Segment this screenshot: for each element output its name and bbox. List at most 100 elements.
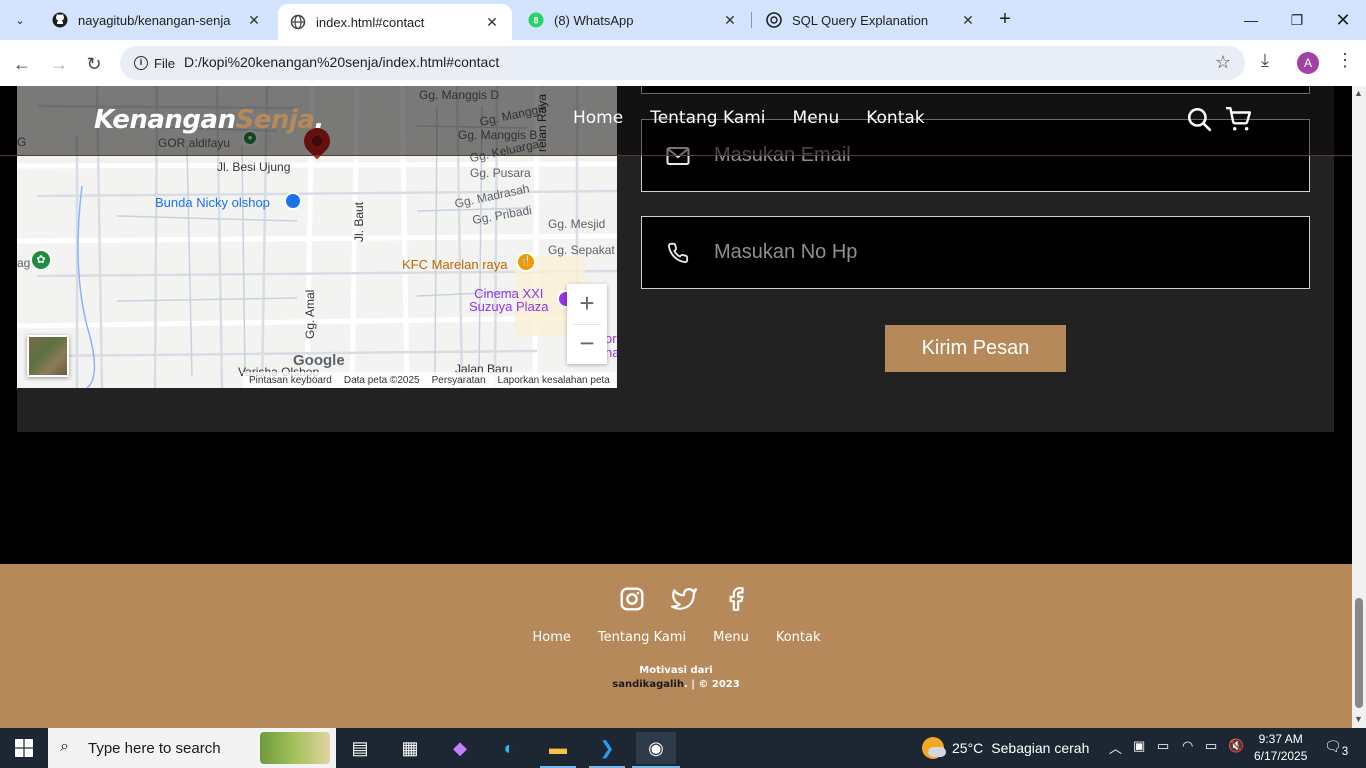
volume-muted-icon[interactable]: 🔇 bbox=[1228, 738, 1244, 754]
nav-contact-link[interactable]: Kontak bbox=[866, 108, 924, 128]
start-button[interactable] bbox=[0, 728, 48, 768]
satellite-layer-toggle[interactable] bbox=[27, 335, 69, 377]
nav-home-link[interactable]: Home bbox=[573, 108, 623, 128]
credit-line: Motivasi dari bbox=[639, 665, 713, 676]
shop-pin-icon[interactable] bbox=[284, 192, 302, 210]
widgets-app-icon[interactable]: ▦ bbox=[390, 732, 430, 764]
report-error-link[interactable]: Laporkan kesalahan peta bbox=[498, 375, 610, 386]
zoom-in-button[interactable]: + bbox=[567, 284, 607, 324]
footer-menu-link[interactable]: Menu bbox=[713, 630, 749, 645]
tab-sql-query[interactable]: SQL Query Explanation ✕ bbox=[754, 0, 988, 40]
profile-avatar[interactable]: A bbox=[1297, 52, 1319, 74]
vscode-icon[interactable]: ❯ bbox=[587, 732, 627, 764]
restore-button[interactable]: ❐ bbox=[1274, 0, 1320, 40]
wifi-icon[interactable]: ◠ bbox=[1182, 738, 1193, 754]
instagram-icon[interactable] bbox=[619, 586, 645, 612]
windows-taskbar: ⌕ Type here to search ▤ ▦ ◆ ◐ ▬ ❯ ◉ 25°C… bbox=[0, 728, 1366, 768]
health-pin-icon[interactable]: ✿ bbox=[30, 249, 52, 271]
nav-menu-link[interactable]: Menu bbox=[793, 108, 840, 128]
copyright-text: . | © 2023 bbox=[683, 679, 740, 690]
download-icon[interactable]: ⤓ bbox=[1261, 50, 1269, 71]
footer-contact-link[interactable]: Kontak bbox=[776, 630, 821, 645]
map-label-cinema: Cinema XXI Suzuya Plaza bbox=[469, 287, 549, 313]
nav-about-link[interactable]: Tentang Kami bbox=[650, 108, 765, 128]
site-navbar: KenanganSenja. Home Tentang Kami Menu Ko… bbox=[0, 86, 1352, 156]
tab-title: (8) WhatsApp bbox=[554, 12, 634, 28]
keyboard-shortcuts-link[interactable]: Pintasan keyboard bbox=[249, 375, 332, 386]
weather-widget[interactable]: 25°C Sebagian cerah bbox=[922, 728, 1089, 768]
forward-button[interactable]: → bbox=[45, 50, 73, 78]
chrome-icon[interactable]: ◉ bbox=[636, 732, 676, 764]
close-tab-icon[interactable]: ✕ bbox=[722, 12, 738, 29]
close-tab-icon[interactable]: ✕ bbox=[246, 12, 262, 29]
bookmark-star-icon[interactable]: ☆ bbox=[1215, 52, 1231, 73]
footer-about-link[interactable]: Tentang Kami bbox=[598, 630, 686, 645]
notification-center-icon[interactable]: 🗨3 bbox=[1324, 738, 1348, 758]
tab-index-contact[interactable]: index.html#contact ✕ bbox=[278, 4, 512, 40]
close-tab-icon[interactable]: ✕ bbox=[960, 12, 976, 29]
map-label-kfc: KFC Marelan raya bbox=[402, 257, 508, 272]
credit-line-2: sandikagalih. | © 2023 bbox=[0, 678, 1352, 692]
terms-link[interactable]: Persyaratan bbox=[432, 375, 486, 386]
logo-main: Kenangan bbox=[94, 105, 236, 135]
clock-date: 6/17/2025 bbox=[1254, 749, 1308, 763]
browser-tab-strip: ⌄ nayagitub/kenangan-senja ✕ index.html#… bbox=[0, 0, 1366, 40]
search-highlight-image bbox=[260, 732, 330, 764]
map-label-besi-ujung: Jl. Besi Ujung bbox=[217, 160, 291, 174]
author-link[interactable]: sandikagalih bbox=[612, 679, 684, 690]
battery-icon[interactable]: ▭ bbox=[1205, 738, 1217, 754]
facebook-icon[interactable] bbox=[723, 586, 749, 612]
reload-button[interactable]: ↻ bbox=[80, 50, 108, 78]
tab-github[interactable]: nayagitub/kenangan-senja ✕ bbox=[40, 0, 274, 40]
footer-home-link[interactable]: Home bbox=[533, 630, 571, 645]
edge-browser-icon[interactable]: ◐ bbox=[489, 732, 529, 764]
browser-toolbar: ← → ↻ i File D:/kopi%20kenangan%20senja/… bbox=[0, 40, 1366, 86]
logo-dot: . bbox=[314, 105, 324, 135]
minimize-button[interactable]: — bbox=[1228, 0, 1274, 40]
url-text[interactable]: D:/kopi%20kenangan%20senja/index.html#co… bbox=[184, 54, 499, 70]
phone-input[interactable] bbox=[714, 217, 1309, 288]
shopping-cart-icon[interactable] bbox=[1225, 106, 1251, 132]
whatsapp-icon: 8 bbox=[528, 12, 544, 28]
new-tab-button[interactable]: + bbox=[993, 8, 1017, 32]
site-info-chip[interactable]: i File bbox=[126, 50, 185, 76]
taskbar-search-box[interactable]: ⌕ Type here to search bbox=[48, 728, 336, 768]
scroll-up-arrow-icon[interactable]: ▲ bbox=[1354, 88, 1363, 98]
weather-icon bbox=[922, 737, 946, 759]
map-label-baut: Jl. Baut bbox=[352, 201, 366, 242]
file-explorer-icon[interactable]: ▬ bbox=[538, 732, 578, 764]
map-label-pusara: Gg. Pusara bbox=[470, 166, 531, 180]
browser-menu-icon[interactable]: ⋮ bbox=[1336, 50, 1354, 71]
restaurant-pin-icon[interactable]: 🍴 bbox=[516, 252, 536, 272]
display-icon[interactable]: ▭ bbox=[1157, 738, 1169, 754]
scroll-down-arrow-icon[interactable]: ▼ bbox=[1354, 714, 1363, 724]
back-button[interactable]: ← bbox=[8, 50, 36, 78]
taskbar-clock[interactable]: 9:37 AM 6/17/2025 bbox=[1254, 731, 1307, 765]
task-view-icon[interactable]: ▤ bbox=[340, 732, 380, 764]
map-label-amal: Gg. Amal bbox=[303, 289, 317, 339]
search-icon: ⌕ bbox=[60, 738, 69, 755]
show-hidden-icons-chevron-icon[interactable]: ︿ bbox=[1109, 738, 1122, 757]
close-window-button[interactable]: ✕ bbox=[1320, 0, 1366, 40]
scrollbar-thumb[interactable] bbox=[1355, 598, 1363, 708]
tab-separator bbox=[751, 12, 752, 28]
tab-whatsapp[interactable]: 8 (8) WhatsApp ✕ bbox=[516, 0, 750, 40]
meet-now-icon[interactable]: ▣ bbox=[1133, 738, 1145, 754]
globe-icon bbox=[290, 14, 306, 30]
close-tab-icon[interactable]: ✕ bbox=[484, 14, 500, 31]
site-logo[interactable]: KenanganSenja. bbox=[94, 105, 324, 135]
map-label-suzuya: Suzuya Plaza bbox=[469, 299, 549, 314]
copilot-icon[interactable]: ◆ bbox=[440, 732, 480, 764]
tab-title: index.html#contact bbox=[316, 14, 425, 30]
zoom-out-button[interactable]: − bbox=[567, 324, 607, 364]
phone-icon bbox=[642, 242, 714, 264]
windows-logo-icon bbox=[15, 739, 33, 757]
address-bar[interactable]: i File D:/kopi%20kenangan%20senja/index.… bbox=[120, 46, 1245, 80]
tab-search-button[interactable]: ⌄ bbox=[6, 6, 34, 34]
search-icon[interactable] bbox=[1186, 106, 1212, 132]
weather-temp: 25°C bbox=[952, 740, 984, 756]
weather-desc: Sebagian cerah bbox=[991, 740, 1090, 756]
send-message-button[interactable]: Kirim Pesan bbox=[885, 325, 1066, 372]
twitter-icon[interactable] bbox=[671, 586, 697, 612]
map-data-label: Data peta ©2025 bbox=[343, 374, 420, 386]
